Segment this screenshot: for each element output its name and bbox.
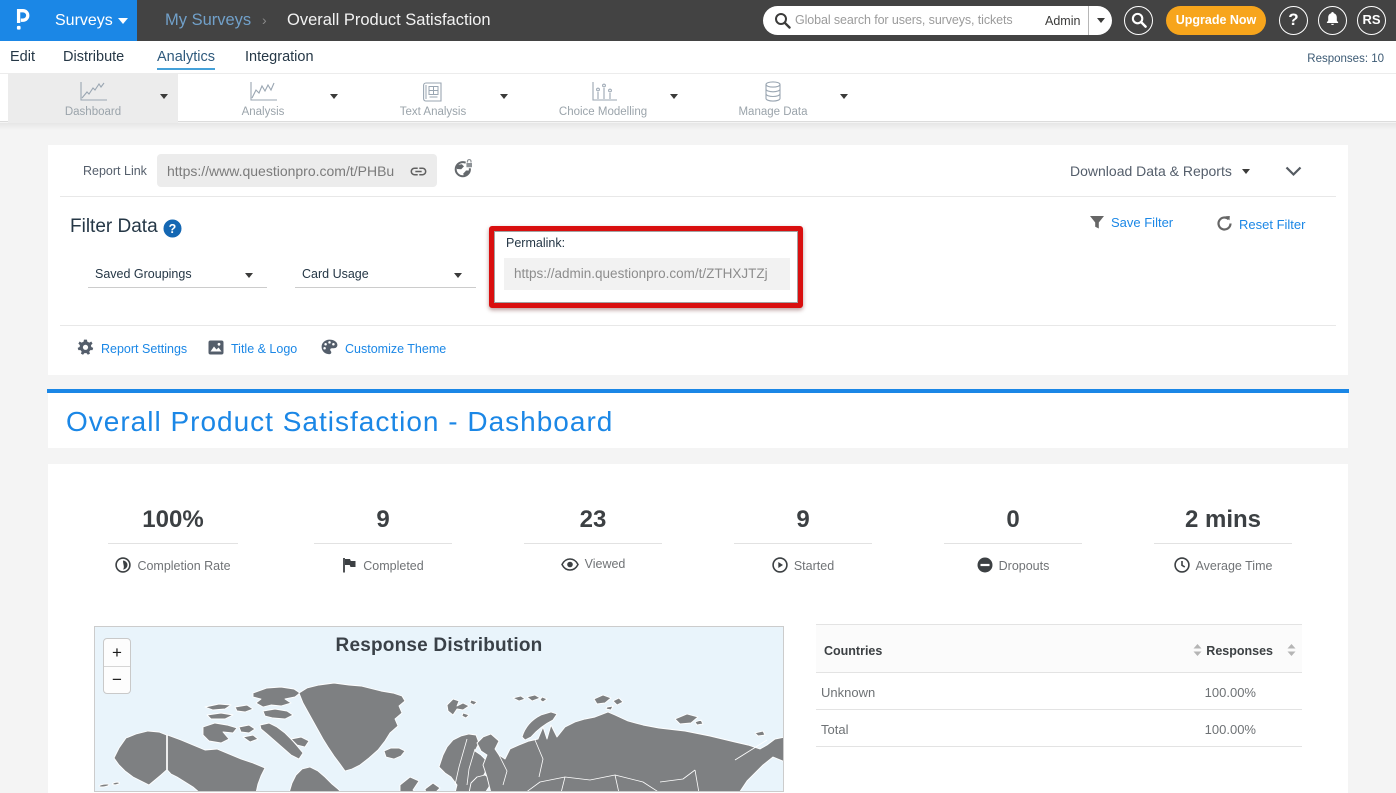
svg-text:?: ? bbox=[169, 222, 177, 236]
